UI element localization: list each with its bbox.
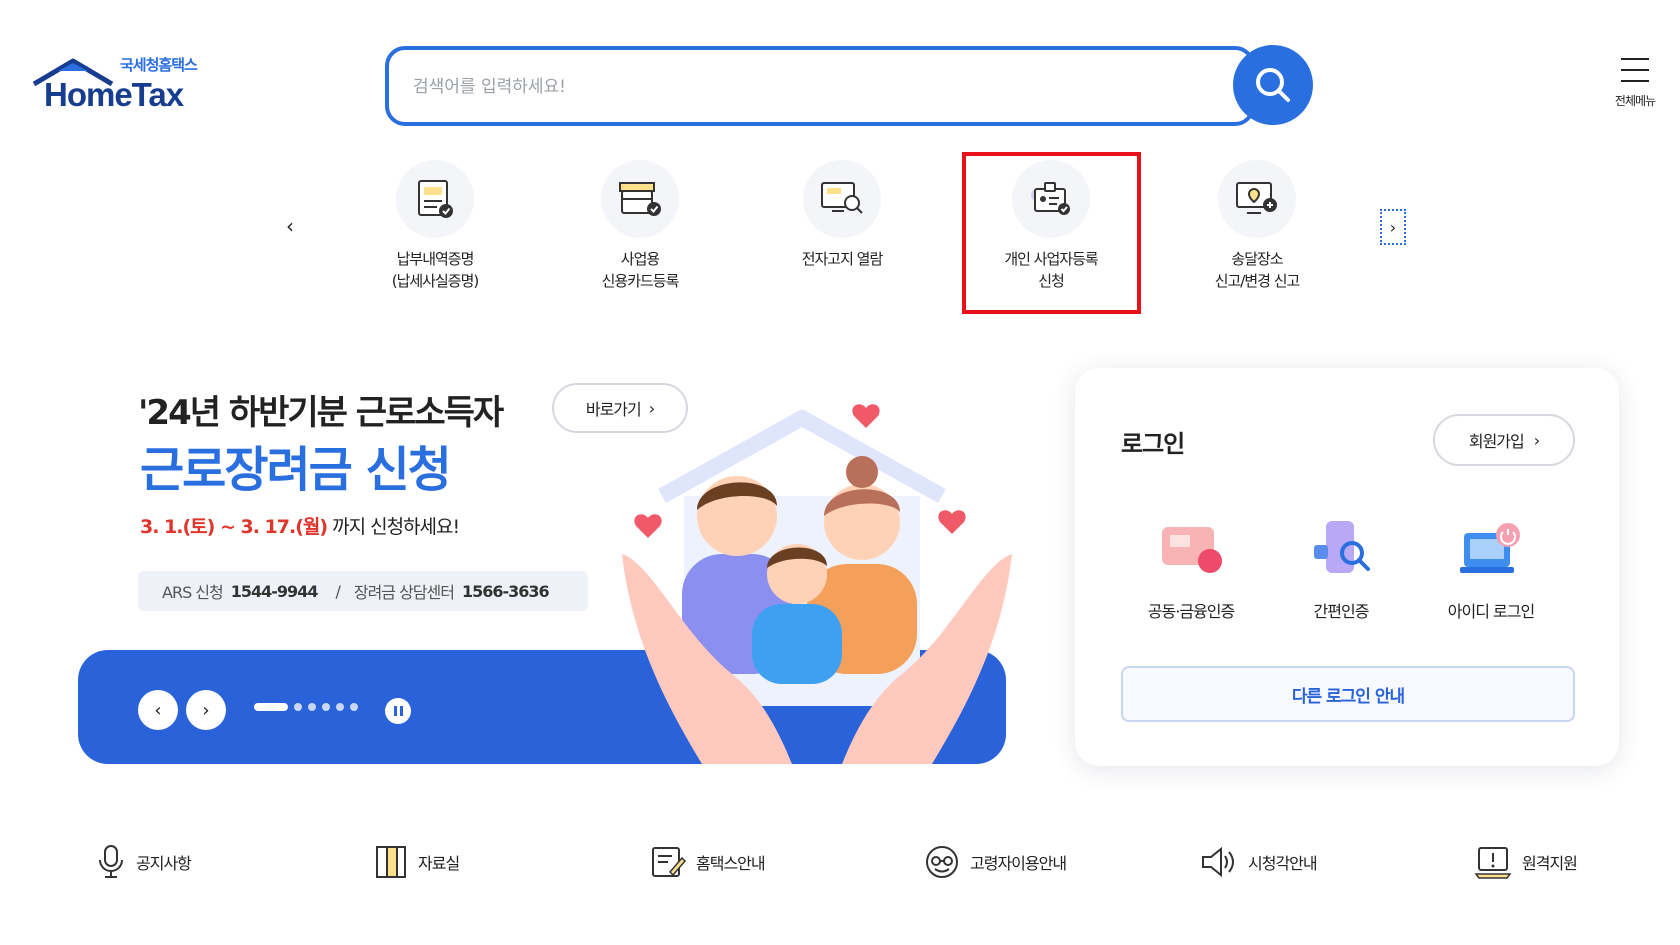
full-menu-button[interactable]: 전체메뉴 (1600, 58, 1670, 109)
tax-notice-search-icon (803, 160, 881, 238)
ars-label: ARS 신청 (162, 583, 224, 602)
pagination-dot[interactable] (294, 703, 302, 711)
quick-menu-item-delivery-location[interactable]: 송달장소 신고/변경 신고 (1172, 160, 1342, 292)
id-login-icon (1451, 514, 1531, 584)
pagination-dot[interactable] (308, 703, 316, 711)
other-login-guide-button[interactable]: 다른 로그인 안내 (1121, 666, 1575, 722)
login-option-id[interactable]: 아이디 로그인 (1421, 514, 1561, 622)
chevron-left-icon: ‹ (286, 214, 294, 238)
quick-menu-label-line1: 전자고지 열람 (801, 250, 884, 268)
archive-icon (376, 846, 406, 878)
quick-menu-label-line2: 신청 (1038, 272, 1065, 290)
quick-menu-label-line1: 송달장소 (1231, 250, 1283, 268)
search-icon (1256, 68, 1290, 102)
banner-period: 3. 1.(토) ~ 3. 17.(월) 까지 신청하세요! (140, 512, 460, 539)
chevron-right-icon: › (1389, 217, 1397, 237)
center-label: 장려금 상담센터 (353, 583, 455, 602)
guide-icon (652, 847, 686, 877)
banner-title-line1: '24년 하반기분 근로소득자 (138, 393, 504, 433)
chevron-right-icon: › (202, 699, 210, 721)
login-card: 로그인 회원가입 › 공동·금융인증 간편인증 아이디 로그인 다른 로그인 안… (1075, 368, 1619, 766)
banner-contact-info: ARS 신청 1544-9944 / 장려금 상담센터 1566-3636 (138, 571, 588, 611)
bottom-link-label: 공지사항 (136, 854, 192, 873)
logo-title: HomeTax (44, 76, 184, 113)
quick-menu-item-e-notice[interactable]: 전자고지 열람 (757, 160, 927, 270)
quick-menu-label-line1: 개인 사업자등록 (1004, 250, 1098, 268)
quick-menu-label-line1: 사업용 (620, 250, 660, 268)
simple-auth-icon (1301, 514, 1381, 584)
bottom-link-senior-guide[interactable]: 고령자이용안내 (924, 842, 1067, 882)
signup-label: 회원가입 (1468, 432, 1525, 451)
login-option-label: 공동·금융인증 (1147, 602, 1235, 621)
banner-next-button[interactable]: › (186, 690, 226, 730)
microphone-icon (99, 845, 123, 878)
senior-icon (926, 846, 958, 878)
pagination-dot[interactable] (336, 703, 344, 711)
quick-menu-label-line2: 신용카드등록 (601, 272, 680, 290)
login-option-label: 아이디 로그인 (1447, 602, 1535, 621)
hamburger-icon (1621, 58, 1649, 82)
banner-pagination (254, 703, 358, 711)
full-menu-label: 전체메뉴 (1614, 94, 1656, 108)
banner-title-line2: 근로장려금 신청 (140, 442, 452, 498)
pause-icon (393, 706, 397, 716)
business-card-icon (601, 160, 679, 238)
bottom-link-notice[interactable]: 공지사항 (96, 842, 192, 882)
bottom-link-label: 고령자이용안내 (970, 854, 1067, 873)
search-input[interactable] (413, 70, 1173, 104)
banner-period-text: 까지 신청하세요! (332, 516, 460, 538)
tax-certificate-icon (396, 160, 474, 238)
bottom-link-label: 시청각안내 (1248, 854, 1318, 873)
pagination-dot[interactable] (350, 703, 358, 711)
bottom-link-archive[interactable]: 자료실 (374, 842, 460, 882)
bottom-link-audiovisual-guide[interactable]: 시청각안내 (1200, 842, 1318, 882)
business-registration-icon (1012, 160, 1090, 238)
banner-prev-button[interactable]: ‹ (138, 690, 178, 730)
login-title: 로그인 (1121, 430, 1185, 458)
quick-menu-item-business-card[interactable]: 사업용 신용카드등록 (555, 160, 725, 292)
banner-pause-button[interactable] (385, 698, 411, 724)
bottom-link-remote-support[interactable]: 원격지원 (1474, 842, 1578, 882)
contact-separator: / (335, 581, 340, 601)
bottom-link-hometax-guide[interactable]: 홈택스안내 (650, 842, 766, 882)
login-option-certificate[interactable]: 공동·금융인증 (1121, 514, 1261, 622)
quick-menu-prev-button[interactable]: ‹ (286, 214, 294, 238)
quick-menu-label-line2: (납세사실증명) (391, 272, 480, 290)
family-illustration (622, 404, 1012, 764)
remote-support-icon (1474, 847, 1512, 879)
hometax-logo[interactable]: 국세청홈택스 HomeTax (30, 54, 220, 116)
search-button[interactable] (1233, 45, 1313, 125)
delivery-location-icon (1218, 160, 1296, 238)
quick-menu-label-line2: 신고/변경 신고 (1214, 272, 1301, 290)
login-option-simple-auth[interactable]: 간편인증 (1271, 514, 1411, 622)
bottom-link-label: 홈택스안내 (696, 854, 766, 873)
quick-menu-label-line1: 납부내역증명 (396, 250, 475, 268)
signup-button[interactable]: 회원가입 › (1433, 414, 1575, 466)
login-option-label: 간편인증 (1313, 602, 1370, 621)
banner-period-dates: 3. 1.(토) ~ 3. 17.(월) (140, 516, 328, 538)
quick-menu-item-business-registration[interactable]: 개인 사업자등록 신청 (966, 160, 1136, 292)
search-box (385, 46, 1255, 126)
quick-menu-item-payment-certificate[interactable]: 납부내역증명 (납세사실증명) (350, 160, 520, 292)
chevron-left-icon: ‹ (154, 699, 162, 721)
bottom-link-label: 자료실 (418, 854, 460, 873)
bottom-link-label: 원격지원 (1522, 854, 1578, 873)
pagination-dot[interactable] (322, 703, 330, 711)
chevron-right-icon: › (1533, 430, 1540, 450)
speaker-icon (1202, 846, 1234, 878)
ars-number: 1544-9944 (230, 581, 319, 601)
center-number: 1566-3636 (461, 581, 550, 601)
certificate-icon (1151, 514, 1231, 584)
logo-subtitle: 국세청홈택스 (120, 56, 198, 74)
quick-menu-next-button[interactable]: › (1380, 209, 1406, 245)
pagination-active[interactable] (254, 703, 288, 711)
